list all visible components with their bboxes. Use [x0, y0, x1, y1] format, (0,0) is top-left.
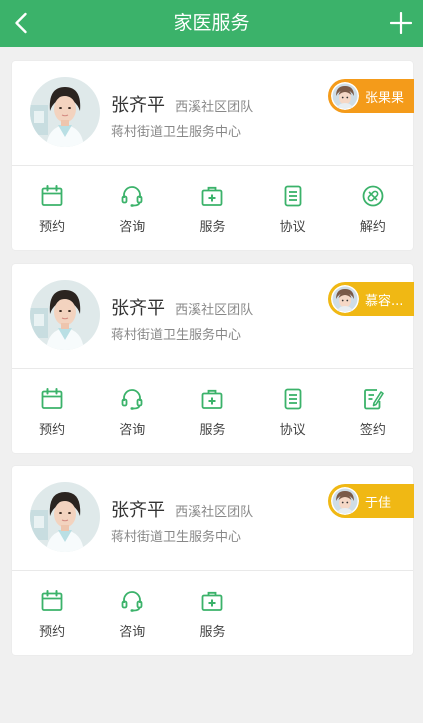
- cancel-contract-button[interactable]: 解约: [333, 166, 413, 250]
- health-center: 蒋村街道卫生服务中心: [111, 328, 242, 343]
- action-label: 协议: [279, 220, 306, 235]
- consult-button[interactable]: 咨询: [92, 571, 172, 655]
- calendar-icon: [40, 387, 64, 411]
- action-bar: 预约 咨询 服务: [12, 571, 413, 655]
- action-label: 预约: [39, 220, 66, 235]
- team-name: 西溪社区团队: [175, 100, 254, 115]
- doctor-card: 张齐平 西溪社区团队 蒋村街道卫生服务中心 张果果 预约 咨询 服务 协议 解约: [12, 61, 414, 250]
- document-icon: [281, 184, 305, 208]
- member-tag[interactable]: 慕容...: [328, 282, 414, 316]
- service-button[interactable]: 服务: [172, 369, 252, 453]
- doctor-card: 张齐平 西溪社区团队 蒋村街道卫生服务中心 于佳 预约 咨询 服务: [12, 466, 414, 655]
- doctor-name: 张齐平: [111, 500, 165, 521]
- team-name: 西溪社区团队: [175, 303, 254, 318]
- appointment-button[interactable]: 预约: [12, 369, 92, 453]
- agreement-button[interactable]: 协议: [253, 369, 333, 453]
- action-label: 服务: [199, 625, 226, 640]
- action-label: 咨询: [119, 625, 146, 640]
- sign-contract-icon: [361, 387, 385, 411]
- appointment-button[interactable]: 预约: [12, 166, 92, 250]
- top-bar: 家医服务: [0, 0, 423, 47]
- appointment-button[interactable]: 预约: [12, 571, 92, 655]
- health-center: 蒋村街道卫生服务中心: [111, 530, 242, 545]
- team-name: 西溪社区团队: [175, 505, 254, 520]
- medical-kit-icon: [200, 387, 224, 411]
- plus-icon[interactable]: [390, 12, 412, 34]
- action-label: 咨询: [119, 423, 146, 438]
- action-label: 服务: [199, 423, 226, 438]
- doctor-avatar: [30, 280, 100, 350]
- doctor-info[interactable]: 张齐平 西溪社区团队 蒋村街道卫生服务中心 慕容...: [12, 264, 414, 369]
- medical-kit-icon: [200, 184, 224, 208]
- doctor-avatar: [30, 482, 100, 552]
- member-avatar: [331, 285, 359, 313]
- calendar-icon: [40, 589, 64, 613]
- doctor-info[interactable]: 张齐平 西溪社区团队 蒋村街道卫生服务中心 于佳: [12, 466, 414, 571]
- action-label: 预约: [39, 625, 66, 640]
- action-bar: 预约 咨询 服务 协议 解约: [12, 166, 413, 250]
- consult-button[interactable]: 咨询: [92, 369, 172, 453]
- service-button[interactable]: 服务: [172, 571, 252, 655]
- document-icon: [281, 387, 305, 411]
- headset-icon: [120, 387, 144, 411]
- doctor-name: 张齐平: [111, 298, 165, 319]
- action-bar: 预约 咨询 服务 协议 签约: [12, 369, 413, 453]
- action-label: 协议: [279, 423, 306, 438]
- member-avatar: [331, 82, 359, 110]
- calendar-icon: [40, 184, 64, 208]
- member-tag[interactable]: 张果果: [328, 79, 414, 113]
- member-name: 张果果: [365, 90, 405, 106]
- doctor-info[interactable]: 张齐平 西溪社区团队 蒋村街道卫生服务中心 张果果: [12, 61, 414, 166]
- action-label: 预约: [39, 423, 66, 438]
- headset-icon: [120, 184, 144, 208]
- page-title: 家医服务: [173, 12, 250, 34]
- service-button[interactable]: 服务: [172, 166, 252, 250]
- action-label: 服务: [199, 220, 226, 235]
- headset-icon: [120, 589, 144, 613]
- member-avatar: [331, 487, 359, 515]
- doctor-card: 张齐平 西溪社区团队 蒋村街道卫生服务中心 慕容... 预约 咨询 服务 协议 …: [12, 264, 414, 453]
- agreement-button[interactable]: 协议: [253, 166, 333, 250]
- cancel-contract-icon: [361, 184, 385, 208]
- action-label: 签约: [359, 423, 386, 438]
- action-label: 解约: [359, 220, 386, 235]
- health-center: 蒋村街道卫生服务中心: [111, 125, 242, 140]
- sign-contract-button[interactable]: 签约: [333, 369, 413, 453]
- member-name: 于佳: [365, 495, 392, 511]
- doctor-name: 张齐平: [111, 95, 165, 116]
- action-label: 咨询: [119, 220, 146, 235]
- medical-kit-icon: [200, 589, 224, 613]
- doctor-avatar: [30, 77, 100, 147]
- consult-button[interactable]: 咨询: [92, 166, 172, 250]
- member-tag[interactable]: 于佳: [328, 484, 414, 518]
- member-name: 慕容...: [365, 293, 404, 309]
